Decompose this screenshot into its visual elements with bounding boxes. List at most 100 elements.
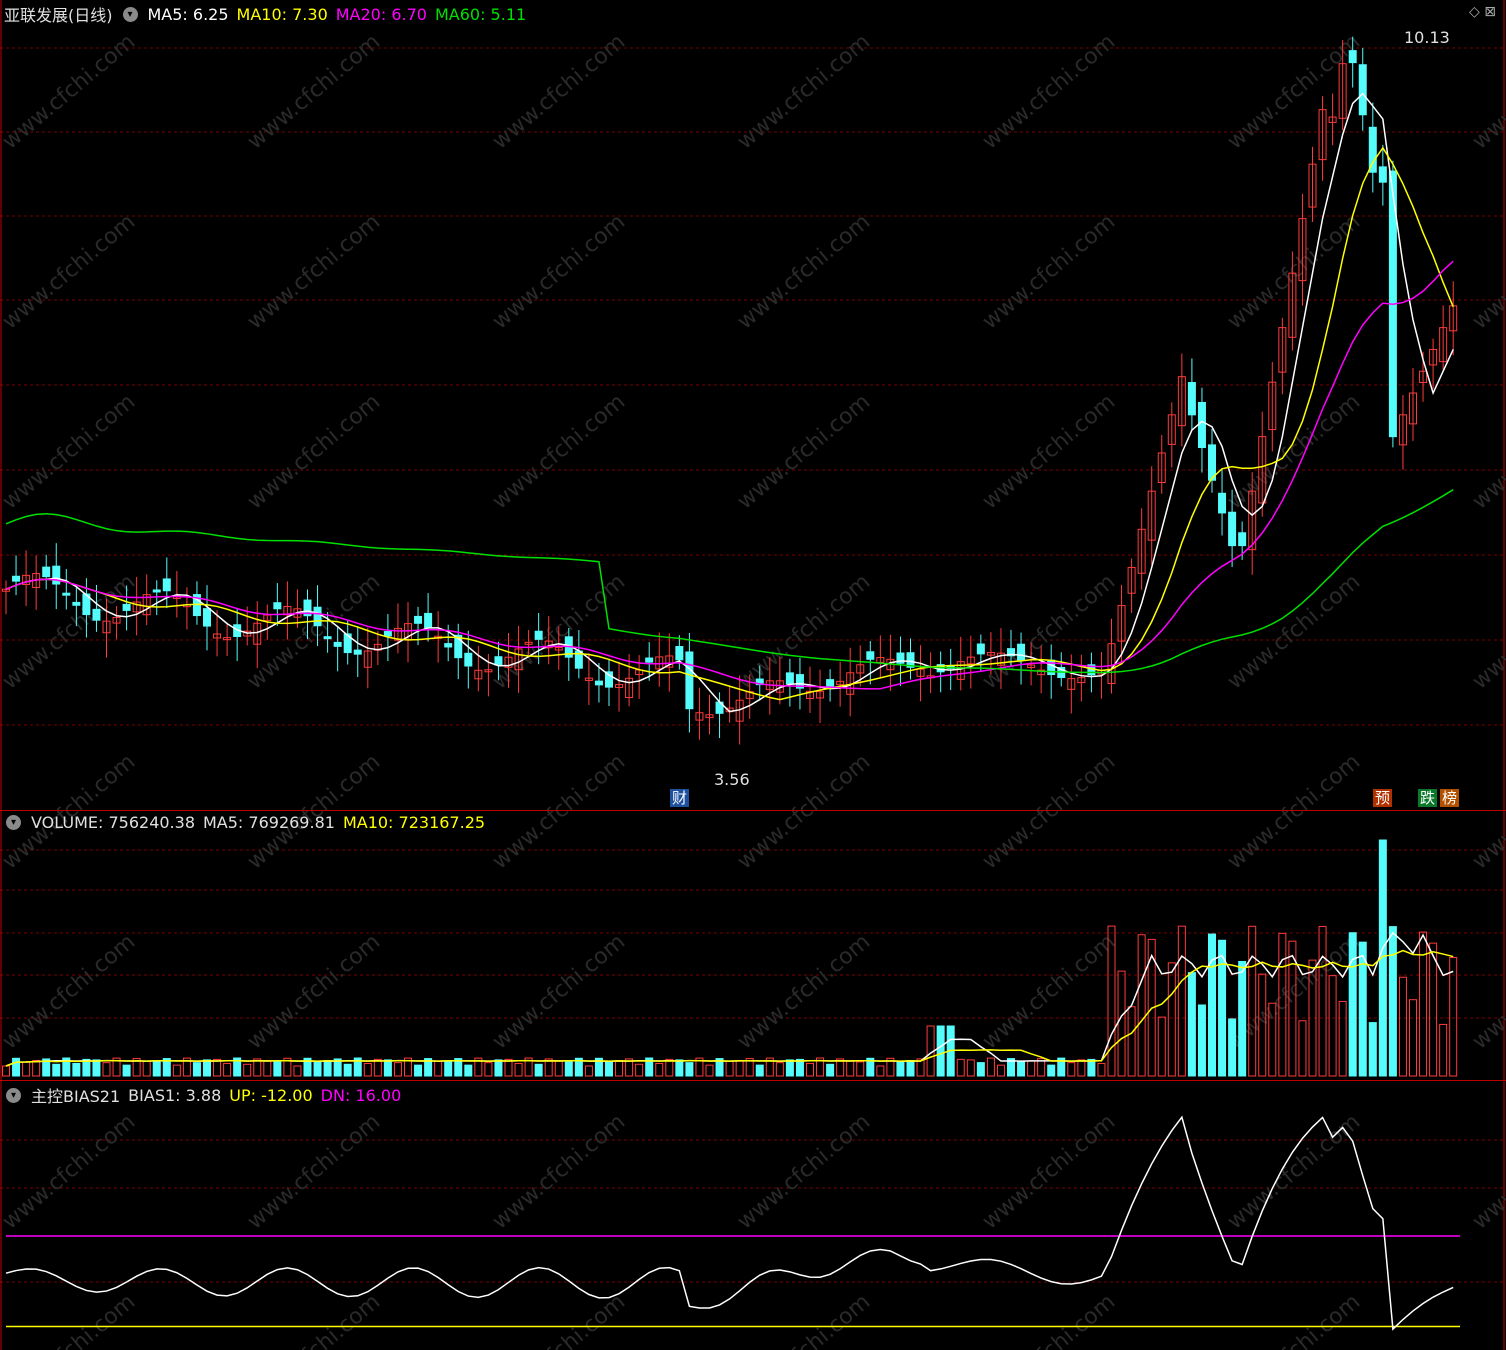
- candle-body: [1187, 382, 1196, 416]
- watermark-text: www.cfchi.com: [733, 29, 875, 154]
- volume-bar: [725, 1060, 734, 1077]
- volume-panel-separator: [0, 810, 1506, 811]
- candle-body: [414, 615, 423, 624]
- candle-body: [42, 566, 51, 578]
- candle-body: [1358, 64, 1367, 116]
- volume-bar: [172, 1064, 181, 1077]
- volume-bar: [484, 1062, 493, 1077]
- volume-bar: [1017, 1060, 1026, 1077]
- volume-bar: [795, 1058, 804, 1077]
- volume-bar: [213, 1058, 222, 1077]
- candle-body: [785, 672, 794, 685]
- volume-bar: [1429, 942, 1438, 1077]
- candle-body: [152, 589, 161, 593]
- candle-body: [1368, 126, 1377, 173]
- candle-body: [52, 565, 61, 585]
- volume-bar: [444, 1060, 453, 1077]
- candle-body: [494, 656, 503, 666]
- bias-indicator-name[interactable]: 主控BIAS21: [31, 1083, 120, 1107]
- volume-bar: [896, 1061, 905, 1077]
- watermark-text: www.cfchi.com: [733, 389, 875, 514]
- volume-bar: [12, 1057, 21, 1077]
- watermark-text: www.cfchi.com: [1468, 1109, 1506, 1234]
- watermark-text: www.cfchi.com: [0, 389, 140, 514]
- volume-bar: [554, 1060, 563, 1077]
- watermark-text: www.cfchi.com: [488, 749, 630, 874]
- volume-bar: [1177, 925, 1186, 1077]
- drop-marker[interactable]: 跌: [1418, 789, 1438, 807]
- volume-bar: [1348, 932, 1357, 1077]
- volume-bar: [1358, 941, 1367, 1077]
- volume-bar: [32, 1059, 41, 1077]
- watermark-text: www.cfchi.com: [1468, 209, 1506, 334]
- volume-value: VOLUME: 756240.38: [31, 813, 195, 832]
- watermark-text: www.cfchi.com: [1223, 209, 1365, 334]
- volume-bar: [414, 1064, 423, 1077]
- bias1-value: BIAS1: 3.88: [128, 1085, 222, 1105]
- volume-bar: [1117, 970, 1126, 1077]
- volume-bar: [1228, 1018, 1237, 1077]
- volume-bar: [1167, 962, 1176, 1077]
- volume-bar: [1328, 975, 1337, 1077]
- volume-bar: [504, 1058, 513, 1077]
- watermark-text: www.cfchi.com: [1223, 749, 1365, 874]
- watermark-text: www.cfchi.com: [0, 569, 140, 694]
- volume-bar: [826, 1063, 835, 1077]
- volume-bar: [1087, 1058, 1096, 1077]
- watermark-text: www.cfchi.com: [978, 209, 1120, 334]
- volume-bar: [393, 1062, 402, 1077]
- watermark-text: www.cfchi.com: [978, 29, 1120, 154]
- volume-bar: [1137, 934, 1146, 1077]
- candle-body: [383, 631, 392, 637]
- candle-body: [162, 578, 171, 592]
- candle-body: [203, 608, 211, 627]
- ma10-line: [5, 146, 1454, 701]
- volume-bar: [464, 1064, 473, 1077]
- volume-bar: [22, 1061, 31, 1077]
- volume-bar: [755, 1064, 764, 1077]
- volume-bar: [313, 1061, 322, 1077]
- ranking-marker[interactable]: 榜: [1440, 789, 1460, 807]
- volume-bar: [785, 1059, 794, 1077]
- volume-bar: [373, 1058, 382, 1077]
- volume-bar: [122, 1064, 131, 1077]
- watermark-text: www.cfchi.com: [1223, 1289, 1365, 1350]
- volume-bar: [584, 1065, 593, 1077]
- watermark-text: www.cfchi.com: [0, 929, 140, 1054]
- volume-bar: [1027, 1060, 1036, 1077]
- bias-dn-value: DN: 16.00: [320, 1085, 402, 1105]
- volume-bar: [434, 1060, 443, 1077]
- candle-body: [72, 601, 81, 606]
- watermark-text: www.cfchi.com: [488, 929, 630, 1054]
- volume-bar: [635, 1063, 644, 1077]
- high-price-label: 10.13: [1404, 28, 1450, 47]
- volume-bar: [1197, 1004, 1206, 1077]
- volume-menu-icon[interactable]: ▾: [6, 815, 21, 830]
- candle-body: [534, 630, 543, 640]
- watermark-text: www.cfchi.com: [0, 29, 140, 154]
- volume-ma5-value: MA5: 769269.81: [203, 813, 335, 832]
- candle-body: [313, 606, 322, 627]
- watermark-text: www.cfchi.com: [1468, 929, 1506, 1054]
- candle-body: [645, 657, 654, 663]
- volume-bar: [856, 1061, 865, 1077]
- volume-bar: [1248, 925, 1257, 1077]
- volume-bar: [976, 1062, 985, 1077]
- volume-bar: [665, 1058, 674, 1077]
- watermark-text: www.cfchi.com: [978, 749, 1120, 874]
- financial-report-marker[interactable]: 财: [670, 789, 690, 807]
- volume-bar: [273, 1061, 282, 1077]
- volume-bar: [655, 1062, 664, 1077]
- watermark-text: www.cfchi.com: [1468, 389, 1506, 514]
- forecast-marker[interactable]: 预: [1373, 789, 1393, 807]
- watermark-text: www.cfchi.com: [0, 209, 140, 334]
- kline-chart-canvas[interactable]: www.cfchi.com www.cfchi.com www.cfchi.com w…: [0, 0, 1506, 1350]
- bias-menu-icon[interactable]: ▾: [6, 1087, 21, 1103]
- volume-bar: [72, 1062, 81, 1077]
- candle-body: [92, 608, 101, 621]
- volume-bar: [876, 1065, 885, 1077]
- volume-ma10-value: MA10: 723167.25: [342, 813, 486, 832]
- watermark-text: www.cfchi.com: [243, 1289, 385, 1350]
- watermark-text: www.cfchi.com: [1468, 749, 1506, 874]
- volume-bar: [343, 1063, 352, 1077]
